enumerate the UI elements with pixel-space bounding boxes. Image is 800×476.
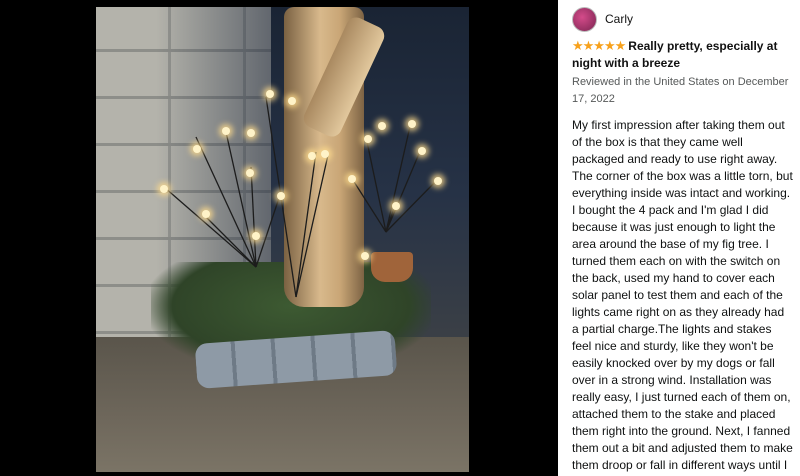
reviewer-profile[interactable]: Carly: [572, 6, 794, 32]
firefly-light: [364, 135, 372, 143]
avatar[interactable]: [572, 6, 597, 32]
review-date: Reviewed in the United States on Decembe…: [572, 76, 789, 105]
firefly-light: [288, 97, 296, 105]
firefly-light: [434, 177, 442, 185]
firefly-light: [378, 122, 386, 130]
review-headline-row: ★★★★★ Really pretty, especially at night …: [572, 37, 794, 72]
firefly-light: [160, 185, 168, 193]
firefly-light: [321, 150, 329, 158]
firefly-light: [348, 175, 356, 183]
firefly-light: [308, 152, 316, 160]
review-body: My first impression after taking them ou…: [572, 118, 793, 472]
firefly-light: [392, 202, 400, 210]
firefly-light-stems: [163, 96, 439, 298]
reviewer-name[interactable]: Carly: [605, 12, 633, 26]
firefly-light: [247, 129, 255, 137]
customer-review: Carly ★★★★★ Really pretty, especially at …: [572, 6, 794, 472]
firefly-light: [277, 192, 285, 200]
firefly-light: [418, 147, 426, 155]
star-rating-icon: ★★★★★: [572, 38, 626, 53]
review-photo[interactable]: [96, 7, 469, 472]
firefly-light: [222, 127, 230, 135]
firefly-light: [361, 252, 369, 260]
firefly-light: [202, 210, 210, 218]
firefly-light: [408, 120, 416, 128]
review-photo-frame: [0, 0, 558, 476]
firefly-light: [252, 232, 260, 240]
firefly-light: [266, 90, 274, 98]
firefly-light: [193, 145, 201, 153]
firefly-light: [246, 169, 254, 177]
